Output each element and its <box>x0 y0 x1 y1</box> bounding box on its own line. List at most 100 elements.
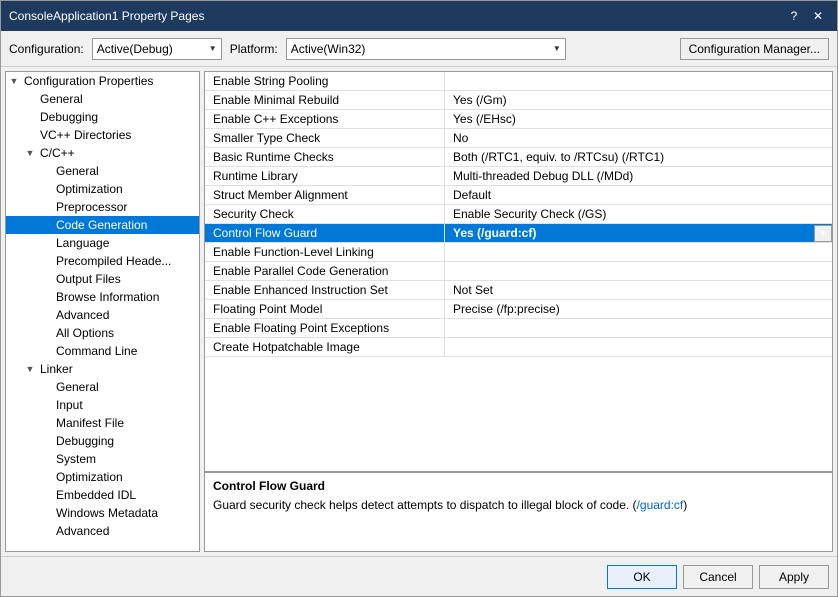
tree-item-linker-optim[interactable]: Optimization <box>6 468 199 486</box>
prop-value-fp-exceptions <box>445 326 832 330</box>
dialog-title: ConsoleApplication1 Property Pages <box>9 9 204 23</box>
tree-expander-cpp[interactable]: ▼ <box>22 145 38 161</box>
tree-item-linker-debug[interactable]: Debugging <box>6 432 199 450</box>
footer: OK Cancel Apply <box>1 556 837 596</box>
tree-label-language: Language <box>54 236 109 250</box>
configuration-combo[interactable]: Active(Debug) ▼ <box>92 38 222 60</box>
tree-item-precompiled[interactable]: Precompiled Heade... <box>6 252 199 270</box>
tree-item-all-options[interactable]: All Options <box>6 324 199 342</box>
prop-name-fp-model: Floating Point Model <box>205 300 445 318</box>
tree-item-browse-info[interactable]: Browse Information <box>6 288 199 306</box>
tree-panel: ▼Configuration PropertiesGeneralDebuggin… <box>5 71 200 552</box>
cancel-button[interactable]: Cancel <box>683 565 753 589</box>
tree-item-general[interactable]: General <box>6 90 199 108</box>
tree-item-linker-adv[interactable]: Advanced <box>6 522 199 540</box>
prop-name-fp-exceptions: Enable Floating Point Exceptions <box>205 319 445 337</box>
prop-row-control-flow[interactable]: Control Flow GuardYes (/guard:cf)▼ <box>205 224 832 243</box>
prop-row-basic-runtime[interactable]: Basic Runtime ChecksBoth (/RTC1, equiv. … <box>205 148 832 167</box>
tree-label-config-props: Configuration Properties <box>22 74 153 88</box>
help-button[interactable]: ? <box>783 7 805 25</box>
tree-label-optimization: Optimization <box>54 182 123 196</box>
tree-item-linker-manifest[interactable]: Manifest File <box>6 414 199 432</box>
tree-item-linker-input[interactable]: Input <box>6 396 199 414</box>
prop-row-runtime-lib[interactable]: Runtime LibraryMulti-threaded Debug DLL … <box>205 167 832 186</box>
tree-label-linker-general: General <box>54 380 99 394</box>
prop-row-struct-align[interactable]: Struct Member AlignmentDefault <box>205 186 832 205</box>
tree-item-linker-winmeta[interactable]: Windows Metadata <box>6 504 199 522</box>
prop-row-string-pooling[interactable]: Enable String Pooling <box>205 72 832 91</box>
tree-label-linker-manifest: Manifest File <box>54 416 124 430</box>
tree-label-linker: Linker <box>38 362 73 376</box>
platform-combo-arrow: ▼ <box>553 44 561 53</box>
tree-label-linker-embeddedidl: Embedded IDL <box>54 488 136 502</box>
prop-row-parallel-codegen[interactable]: Enable Parallel Code Generation <box>205 262 832 281</box>
tree-label-output-files: Output Files <box>54 272 121 286</box>
tree-item-linker-system[interactable]: System <box>6 450 199 468</box>
tree-label-code-gen: Code Generation <box>54 218 147 232</box>
tree-item-command-line[interactable]: Command Line <box>6 342 199 360</box>
tree-item-output-files[interactable]: Output Files <box>6 270 199 288</box>
tree-expander-config-props[interactable]: ▼ <box>6 73 22 89</box>
prop-row-security-check[interactable]: Security CheckEnable Security Check (/GS… <box>205 205 832 224</box>
tree-item-optimization[interactable]: Optimization <box>6 180 199 198</box>
prop-row-enhanced-instr[interactable]: Enable Enhanced Instruction SetNot Set <box>205 281 832 300</box>
tree-label-all-options: All Options <box>54 326 114 340</box>
tree-label-command-line: Command Line <box>54 344 137 358</box>
prop-name-basic-runtime: Basic Runtime Checks <box>205 148 445 166</box>
platform-value: Active(Win32) <box>291 42 366 56</box>
prop-row-func-level-link[interactable]: Enable Function-Level Linking <box>205 243 832 262</box>
tree-item-cpp[interactable]: ▼C/C++ <box>6 144 199 162</box>
tree-item-linker[interactable]: ▼Linker <box>6 360 199 378</box>
tree-item-linker-embeddedidl[interactable]: Embedded IDL <box>6 486 199 504</box>
prop-value-string-pooling <box>445 79 832 83</box>
tree-item-code-gen[interactable]: Code Generation <box>6 216 199 234</box>
prop-value-runtime-lib: Multi-threaded Debug DLL (/MDd) <box>445 167 832 185</box>
tree-label-browse-info: Browse Information <box>54 290 159 304</box>
tree-item-language[interactable]: Language <box>6 234 199 252</box>
platform-combo[interactable]: Active(Win32) ▼ <box>286 38 566 60</box>
prop-name-cpp-exceptions: Enable C++ Exceptions <box>205 110 445 128</box>
prop-row-minimal-rebuild[interactable]: Enable Minimal RebuildYes (/Gm) <box>205 91 832 110</box>
tree-label-linker-debug: Debugging <box>54 434 114 448</box>
tree-item-advanced[interactable]: Advanced <box>6 306 199 324</box>
prop-name-minimal-rebuild: Enable Minimal Rebuild <box>205 91 445 109</box>
prop-name-security-check: Security Check <box>205 205 445 223</box>
info-text: Guard security check helps detect attemp… <box>213 497 824 514</box>
prop-name-func-level-link: Enable Function-Level Linking <box>205 243 445 261</box>
prop-name-struct-align: Struct Member Alignment <box>205 186 445 204</box>
apply-button[interactable]: Apply <box>759 565 829 589</box>
tree-item-vc-dirs[interactable]: VC++ Directories <box>6 126 199 144</box>
prop-value-minimal-rebuild: Yes (/Gm) <box>445 91 832 109</box>
prop-value-func-level-link <box>445 250 832 254</box>
prop-row-fp-model[interactable]: Floating Point ModelPrecise (/fp:precise… <box>205 300 832 319</box>
tree-item-config-props[interactable]: ▼Configuration Properties <box>6 72 199 90</box>
tree-item-cpp-general[interactable]: General <box>6 162 199 180</box>
prop-row-hotpatch[interactable]: Create Hotpatchable Image <box>205 338 832 357</box>
ok-button[interactable]: OK <box>607 565 677 589</box>
tree-item-linker-general[interactable]: General <box>6 378 199 396</box>
tree-label-linker-adv: Advanced <box>54 524 109 538</box>
tree-label-advanced: Advanced <box>54 308 109 322</box>
info-title: Control Flow Guard <box>213 479 824 493</box>
tree-item-debugging[interactable]: Debugging <box>6 108 199 126</box>
prop-dropdown-control-flow[interactable]: ▼ <box>814 225 832 242</box>
prop-row-smaller-type[interactable]: Smaller Type CheckNo <box>205 129 832 148</box>
config-label: Configuration: <box>9 42 84 56</box>
config-manager-button[interactable]: Configuration Manager... <box>680 38 829 60</box>
prop-row-fp-exceptions[interactable]: Enable Floating Point Exceptions <box>205 319 832 338</box>
info-link[interactable]: /guard:cf <box>637 498 684 512</box>
tree-expander-linker[interactable]: ▼ <box>22 361 38 377</box>
close-button[interactable]: ✕ <box>807 7 829 25</box>
prop-name-control-flow: Control Flow Guard <box>205 224 445 242</box>
prop-name-runtime-lib: Runtime Library <box>205 167 445 185</box>
prop-value-parallel-codegen <box>445 269 832 273</box>
prop-value-security-check: Enable Security Check (/GS) <box>445 205 832 223</box>
tree-item-preprocessor[interactable]: Preprocessor <box>6 198 199 216</box>
config-value: Active(Debug) <box>97 42 173 56</box>
prop-name-string-pooling: Enable String Pooling <box>205 72 445 90</box>
tree-label-debugging: Debugging <box>38 110 98 124</box>
title-bar-controls: ? ✕ <box>783 7 829 25</box>
prop-row-cpp-exceptions[interactable]: Enable C++ ExceptionsYes (/EHsc) <box>205 110 832 129</box>
prop-name-parallel-codegen: Enable Parallel Code Generation <box>205 262 445 280</box>
tree-label-vc-dirs: VC++ Directories <box>38 128 131 142</box>
